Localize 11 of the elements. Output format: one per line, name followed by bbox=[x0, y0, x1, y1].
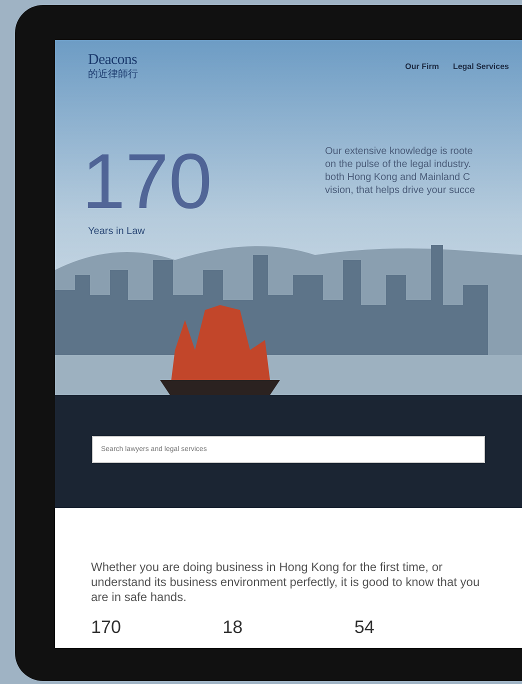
logo[interactable]: Deacons bbox=[88, 53, 138, 68]
stat-number: 54 bbox=[354, 617, 376, 637]
nav-link[interactable]: Our Firm bbox=[405, 61, 439, 80]
years-caption: Years in Law bbox=[88, 225, 146, 239]
intro-text: Our extensive knowledge is roote on the pulse of the legal industry. both Hong Kong and Mainland C vision, that helps drive your succe bbox=[324, 145, 476, 198]
nav-link[interactable]: Legal Services bbox=[452, 61, 509, 80]
years-number: 170 bbox=[82, 142, 214, 220]
stat-number: 18 bbox=[222, 617, 244, 637]
intro-paragraph: Whether you are doing business in Hong Kong for the first time, or understand its business environment perfectly, it is good to know that you are in safe hands. bbox=[91, 560, 481, 605]
stat-number: 170 bbox=[91, 617, 122, 637]
logo-subtitle: 的近律師行 bbox=[88, 70, 138, 80]
